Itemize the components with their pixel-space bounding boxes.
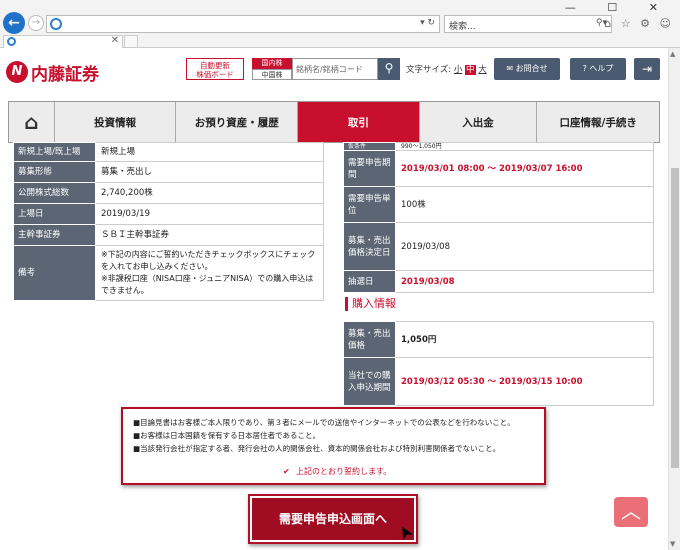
row-value: 990～1,050円 xyxy=(395,142,654,151)
table-row: 当社での購入申込期間 2019/03/12 05:30 ～ 2019/03/15 … xyxy=(343,357,654,406)
table-row: 募集・売出価格決定日 2019/03/08 xyxy=(343,222,654,271)
font-size-label: 文字サイズ: xyxy=(406,65,452,75)
font-size-large[interactable]: 大 xyxy=(478,65,487,75)
row-key: 仮条件 xyxy=(343,142,396,151)
font-size-medium[interactable]: 中 xyxy=(465,65,476,75)
checkmark-icon[interactable]: ✔ xyxy=(283,465,293,476)
nav-deposit-withdrawal[interactable]: 入出金 xyxy=(420,102,538,142)
notice-line: ■目論見書はお客様ご本人限りであり、第３者にメールでの送信やインターネットでの公… xyxy=(133,418,515,427)
browser-search-input[interactable]: 検索... ⚲▾ xyxy=(444,15,612,33)
row-value: 募集・売出し xyxy=(95,161,324,183)
browser-chrome: ← → ▾ ↻ 検索... ⚲▾ — ☐ ✕ ⌂ ☆ ⚙ ☺ ✕ xyxy=(0,0,680,48)
scroll-up-icon[interactable]: ▲ xyxy=(670,50,675,58)
tab-ie-icon xyxy=(7,37,16,46)
row-key: 公開株式総数 xyxy=(13,182,96,204)
search-icon[interactable]: ⚲ xyxy=(378,58,400,80)
notice-line: ■当該発行会社が指定する者、発行会社の人的関係会社、資本的関係会社および特別利害… xyxy=(133,444,501,453)
table-row: 抽選日 2019/03/08 xyxy=(343,270,654,293)
browser-tab[interactable]: ✕ xyxy=(3,35,123,48)
market-china[interactable]: 中国株 xyxy=(252,69,292,80)
row-key: 募集・売出価格 xyxy=(343,321,396,358)
nav-home-icon[interactable]: ⌂ xyxy=(9,102,55,142)
row-key: 上場日 xyxy=(13,203,96,225)
address-controls[interactable]: ▾ ↻ xyxy=(420,18,435,28)
logo-mark-icon: N xyxy=(6,61,28,83)
market-selector[interactable]: 国内株 中国株 xyxy=(252,58,292,80)
table-row: 募集・売出価格 1,050円 xyxy=(343,321,654,358)
row-value: 1,050円 xyxy=(395,321,654,358)
row-value: 2019/03/01 08:00 ～ 2019/03/07 16:00 xyxy=(395,150,654,187)
table-row: 備考 ※下記の内容にご誓約いただきチェックボックスにチェックを入れてお申し込みくだ… xyxy=(13,245,324,301)
row-value: 100株 xyxy=(395,186,654,223)
logo-text: 内藤証券 xyxy=(31,64,99,85)
auto-update-board-button[interactable]: 自動更新 株価ボード xyxy=(186,58,244,80)
contact-button[interactable]: ✉ お問合せ xyxy=(494,58,560,80)
forward-button[interactable]: → xyxy=(28,15,44,31)
scroll-thumb[interactable] xyxy=(671,168,679,468)
row-value: 2019/03/08 xyxy=(395,270,654,293)
row-value: 2019/03/08 xyxy=(395,222,654,271)
page-scrollbar[interactable]: ▲ ▼ xyxy=(668,48,680,550)
table-row: 需要申告期間 2019/03/01 08:00 ～ 2019/03/07 16:0… xyxy=(343,150,654,187)
row-value: ＳＢＩ主幹事証券 xyxy=(95,224,324,246)
new-tab-button[interactable] xyxy=(124,35,138,48)
purchase-info-heading: 購入情報 xyxy=(345,297,396,311)
nav-assets-history[interactable]: お預り資産・履歴 xyxy=(176,102,299,142)
row-key: 新規上場/既上場 xyxy=(13,142,96,162)
stock-search-input[interactable]: 銘柄名/銘柄コード xyxy=(292,58,378,80)
site-header: N 内藤証券 自動更新 株価ボード 国内株 中国株 銘柄名/銘柄コード ⚲ 文字… xyxy=(0,48,668,100)
pledge-label[interactable]: 上記のとおり誓約します。 xyxy=(296,467,391,476)
address-bar[interactable]: ▾ ↻ xyxy=(46,15,440,33)
market-domestic[interactable]: 国内株 xyxy=(252,58,292,69)
row-key: 備考 xyxy=(13,245,96,301)
row-value: 2,740,200株 xyxy=(95,182,324,204)
help-button[interactable]: ? ヘルプ xyxy=(570,58,626,80)
row-value: 2019/03/12 05:30 ～ 2019/03/15 10:00 xyxy=(395,357,654,406)
table-row: 主幹事証券 ＳＢＩ主幹事証券 xyxy=(13,224,324,246)
font-size-small[interactable]: 小 xyxy=(454,65,463,75)
row-key: 募集・売出価格決定日 xyxy=(343,222,396,271)
row-key: 主幹事証券 xyxy=(13,224,96,246)
scroll-down-icon[interactable]: ▼ xyxy=(670,540,675,548)
browser-search-placeholder: 検索... xyxy=(449,22,476,32)
toolbar-icons[interactable]: ⌂ ☆ ⚙ ☺ xyxy=(604,17,674,30)
ipo-info-table-left: 新規上場/既上場 新規上場 募集形態 募集・売出し 公開株式総数 2,740,200株… xyxy=(13,142,324,301)
purchase-info-table: 募集・売出価格 1,050円 当社での購入申込期間 2019/03/12 05:30… xyxy=(343,321,654,406)
nav-trade[interactable]: 取引 xyxy=(298,102,420,142)
table-row: 募集形態 募集・売出し xyxy=(13,161,324,183)
logout-icon[interactable]: ⇥ xyxy=(634,58,660,80)
row-value: ※下記の内容にご誓約いただきチェックボックスにチェックを入れてお申し込みください… xyxy=(95,245,324,301)
main-nav: ⌂ 投資情報 お預り資産・履歴 取引 入出金 口座情報/手続き xyxy=(8,101,660,143)
font-size-control: 文字サイズ: 小 中 大 xyxy=(406,63,487,75)
row-key: 抽選日 xyxy=(343,270,396,293)
window-controls[interactable]: — ☐ ✕ xyxy=(565,1,672,14)
row-key: 需要申告期間 xyxy=(343,150,396,187)
pledge-notice-box: ■目論見書はお客様ご本人限りであり、第３者にメールでの送信やインターネットでの公… xyxy=(121,407,546,485)
row-value: 新規上場 xyxy=(95,142,324,162)
table-row: 上場日 2019/03/19 xyxy=(13,203,324,225)
pledge-checkbox[interactable]: ✔ 上記のとおり誓約します。 xyxy=(283,465,391,478)
back-to-top-icon[interactable]: ︿ xyxy=(614,497,648,527)
table-row: 新規上場/既上場 新規上場 xyxy=(13,142,324,162)
table-row: 需要申告単位 100株 xyxy=(343,186,654,223)
nav-investment-info[interactable]: 投資情報 xyxy=(55,102,177,142)
submit-button-frame: 需要申告申込画面へ xyxy=(248,494,418,544)
ie-icon xyxy=(50,18,62,30)
row-key: 当社での購入申込期間 xyxy=(343,357,396,406)
site-logo[interactable]: N 内藤証券 xyxy=(6,60,99,85)
demand-declaration-submit-button[interactable]: 需要申告申込画面へ xyxy=(252,498,414,540)
row-key: 募集形態 xyxy=(13,161,96,183)
row-key: 需要申告単位 xyxy=(343,186,396,223)
row-value: 2019/03/19 xyxy=(95,203,324,225)
back-button[interactable]: ← xyxy=(3,12,25,34)
ipo-info-table-right: 仮条件 990～1,050円 需要申告期間 2019/03/01 08:00 ～ 2… xyxy=(343,142,654,293)
table-row: 仮条件 990～1,050円 xyxy=(343,142,654,151)
tab-close-icon[interactable]: ✕ xyxy=(111,35,119,46)
table-row: 公開株式総数 2,740,200株 xyxy=(13,182,324,204)
nav-account-info[interactable]: 口座情報/手続き xyxy=(537,102,659,142)
notice-line: ■お客様は日本国籍を保有する日本居住者であること。 xyxy=(133,431,321,440)
